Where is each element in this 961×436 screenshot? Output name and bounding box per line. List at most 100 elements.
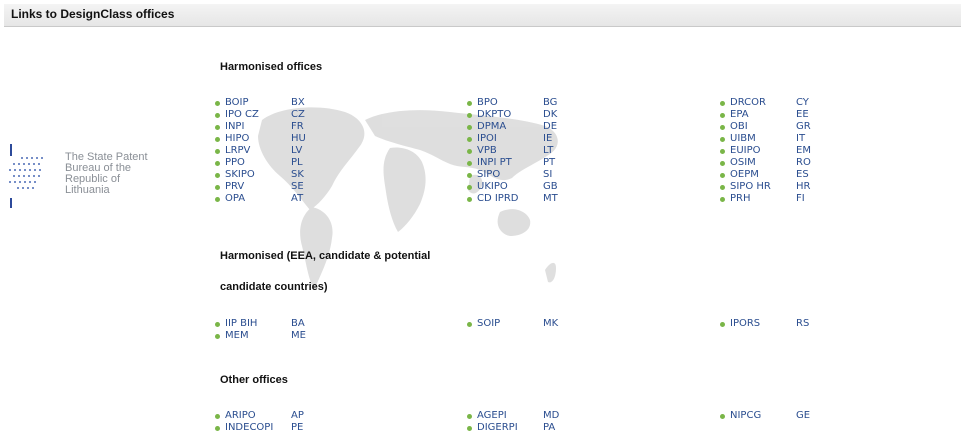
office-code: DE [543, 121, 558, 132]
office-code: PT [543, 157, 556, 168]
bullet-icon [215, 426, 220, 431]
section-heading-other: Other offices [220, 374, 288, 386]
bullet-icon [215, 173, 220, 178]
bullet-icon [467, 161, 472, 166]
office-code: PA [543, 422, 556, 433]
office-name[interactable]: SIPO HR [730, 181, 771, 193]
bullet-icon [215, 197, 220, 202]
office-name[interactable]: EUIPO [730, 145, 761, 157]
bullet-icon [467, 125, 472, 130]
bullet-icon [467, 426, 472, 431]
office-name[interactable]: PPO [225, 157, 245, 169]
bullet-icon [720, 173, 725, 178]
office-code: HU [291, 133, 306, 144]
bullet-icon [215, 125, 220, 130]
office-code: HR [796, 181, 811, 192]
office-code: SI [543, 169, 553, 180]
office-code: AT [291, 193, 304, 204]
bullet-icon [720, 185, 725, 190]
office-name[interactable]: OEPM [730, 169, 759, 181]
bullet-icon [467, 322, 472, 327]
bullet-icon [215, 185, 220, 190]
bullet-icon [467, 113, 472, 118]
office-code: IE [543, 133, 553, 144]
office-code: DK [543, 109, 558, 120]
bullet-icon [215, 414, 220, 419]
bullet-icon [215, 334, 220, 339]
office-name[interactable]: MEM [225, 330, 249, 342]
office-code: MT [543, 193, 558, 204]
office-name[interactable]: INPI [225, 121, 244, 133]
bullet-icon [467, 101, 472, 106]
logo-caption: The State Patent Bureau of the Republic … [65, 152, 148, 196]
bullet-icon [720, 101, 725, 106]
bullet-icon [215, 101, 220, 106]
office-name[interactable]: OSIM [730, 157, 756, 169]
office-name[interactable]: EPA [730, 109, 749, 121]
office-name[interactable]: PRV [225, 181, 244, 193]
bullet-icon [467, 197, 472, 202]
office-name[interactable]: PRH [730, 193, 751, 205]
office-code: AP [291, 410, 304, 421]
office-name[interactable]: IPOI [477, 133, 497, 145]
office-name[interactable]: SIPO [477, 169, 500, 181]
bullet-icon [467, 185, 472, 190]
office-name[interactable]: BPO [477, 97, 498, 109]
office-code: BX [291, 97, 305, 108]
office-name[interactable]: SOIP [477, 318, 500, 330]
office-code: BG [543, 97, 558, 108]
section-heading-eea: Harmonised (EEA, candidate & potential [220, 250, 431, 262]
office-name[interactable]: AGEPI [477, 410, 507, 422]
bullet-icon [720, 414, 725, 419]
panel-title: Links to DesignClass offices [11, 7, 175, 21]
office-code: GR [796, 121, 811, 132]
office-code: MD [543, 410, 560, 421]
bullet-icon [467, 137, 472, 142]
office-name[interactable]: BOIP [225, 97, 249, 109]
bullet-icon [467, 149, 472, 154]
office-name[interactable]: INDECOPI [225, 422, 273, 434]
office-code: GE [796, 410, 811, 421]
bullet-icon [215, 161, 220, 166]
office-name[interactable]: NIPCG [730, 410, 761, 422]
bullet-icon [720, 137, 725, 142]
office-name[interactable]: INPI PT [477, 157, 512, 169]
office-code: FR [291, 121, 304, 132]
office-name[interactable]: IPORS [730, 318, 760, 330]
office-name[interactable]: DPMA [477, 121, 506, 133]
office-name[interactable]: IPO CZ [225, 109, 259, 121]
office-code: EE [796, 109, 809, 120]
bullet-icon [215, 113, 220, 118]
office-name[interactable]: OBI [730, 121, 748, 133]
office-name[interactable]: SKIPO [225, 169, 255, 181]
office-code: IT [796, 133, 806, 144]
office-code: ME [291, 330, 306, 341]
office-name[interactable]: OPA [225, 193, 245, 205]
office-code: PL [291, 157, 303, 168]
office-code: FI [796, 193, 805, 204]
office-name[interactable]: UKIPO [477, 181, 508, 193]
office-name[interactable]: DIGERPI [477, 422, 518, 434]
bullet-icon [467, 173, 472, 178]
bullet-icon [215, 149, 220, 154]
bullet-icon [720, 125, 725, 130]
office-name[interactable]: DRCOR [730, 97, 766, 109]
office-code: SE [291, 181, 304, 192]
office-name[interactable]: VPB [477, 145, 497, 157]
office-name[interactable]: IIP BIH [225, 318, 257, 330]
office-name[interactable]: ARIPO [225, 410, 256, 422]
office-code: ES [796, 169, 809, 180]
bullet-icon [215, 322, 220, 327]
office-code: MK [543, 318, 559, 329]
office-name[interactable]: CD IPRD [477, 193, 519, 205]
bullet-icon [720, 161, 725, 166]
office-name[interactable]: UIBM [730, 133, 756, 145]
office-code: EM [796, 145, 811, 156]
office-name[interactable]: HIPO [225, 133, 249, 145]
section-heading-harmonised: Harmonised offices [220, 61, 323, 73]
office-name[interactable]: LRPV [225, 145, 250, 157]
logo-line: Lithuania [65, 184, 110, 196]
bullet-icon [467, 414, 472, 419]
office-name[interactable]: DKPTO [477, 109, 511, 121]
office-code: RS [796, 318, 810, 329]
